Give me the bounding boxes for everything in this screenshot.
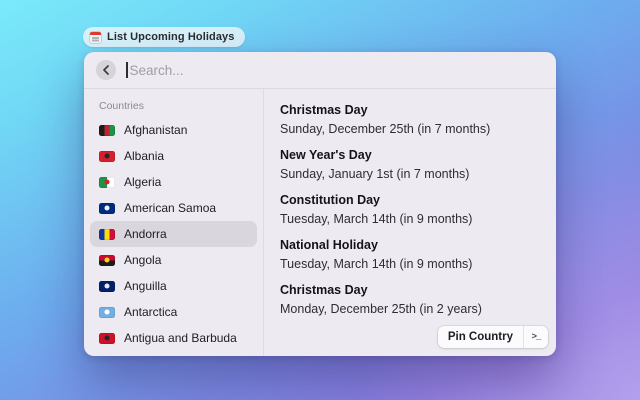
holiday-title: Christmas Day [280,283,368,297]
holiday-date: Tuesday, March 14th (in 9 months) [280,257,473,271]
country-row-angola[interactable]: Angola [90,247,257,273]
country-row-argentina[interactable]: Argentina [90,351,257,356]
holiday-item: New Year's Day Sunday, January 1st (in 7 … [280,146,540,184]
terminal-shortcut-icon: >_ [523,326,548,348]
country-flag-icon [99,306,115,318]
flag-emblem [104,179,110,185]
holiday-date: Tuesday, March 14th (in 9 months) [280,212,473,226]
back-button[interactable] [96,60,116,80]
country-flag-icon [99,150,115,162]
holiday-title: Constitution Day [280,193,380,207]
desktop-background: { "app": { "pill_label": "List Upcoming … [0,0,640,400]
country-row-american-samoa[interactable]: American Samoa [90,195,257,221]
search-bar: Search... [84,52,556,89]
holiday-list: Christmas Day Sunday, December 25th (in 7… [280,101,540,319]
holiday-item: Christmas Day Monday, December 25th (in 2… [280,281,540,319]
country-row-algeria[interactable]: Algeria [90,169,257,195]
country-flag-icon [99,280,115,292]
flag-emblem [104,309,110,315]
country-name-label: Afghanistan [124,123,188,137]
holiday-item: Christmas Day Sunday, December 25th (in 7… [280,101,540,139]
command-pill-label: List Upcoming Holidays [107,31,235,43]
holiday-date: Sunday, January 1st (in 7 months) [280,167,470,181]
country-row-albania[interactable]: Albania [90,143,257,169]
pin-country-label: Pin Country [447,331,513,343]
holiday-item: Constitution Day Tuesday, March 14th (in … [280,191,540,229]
country-name-label: Antigua and Barbuda [124,331,237,345]
countries-section-label: Countries [99,100,144,112]
chevron-left-icon [102,65,110,75]
holiday-title: New Year's Day [280,148,372,162]
country-flag-icon [99,176,115,188]
command-pill: List Upcoming Holidays [83,27,245,47]
country-name-label: Antarctica [124,305,178,319]
pin-country-button[interactable]: Pin Country >_ [437,326,548,348]
country-row-afghanistan[interactable]: Afghanistan [90,117,257,143]
country-row-andorra[interactable]: Andorra [90,221,257,247]
window-body: Countries Afghanistan Albania Algeria Ameri… [84,89,556,356]
country-list: Afghanistan Albania Algeria American Samoa A… [90,117,257,356]
flag-emblem [104,205,110,211]
country-row-antarctica[interactable]: Antarctica [90,299,257,325]
country-row-antigua-and-barbuda[interactable]: Antigua and Barbuda [90,325,257,351]
country-name-label: Algeria [124,175,162,189]
country-flag-icon [99,254,115,266]
text-cursor [126,62,128,78]
holiday-detail-panel: Christmas Day Sunday, December 25th (in 7… [264,89,556,356]
country-name-label: Anguilla [124,279,167,293]
country-flag-icon [99,124,115,136]
flag-emblem [104,257,110,263]
holiday-item: National Holiday Tuesday, March 14th (in … [280,236,540,274]
country-list-panel: Countries Afghanistan Albania Algeria Ameri… [84,89,264,356]
holiday-date: Monday, December 25th (in 2 years) [280,302,482,316]
raycast-window: Search... Countries Afghanistan Albania Al… [84,52,556,356]
country-name-label: Andorra [124,227,167,241]
country-name-label: American Samoa [124,201,217,215]
country-name-label: Angola [124,253,162,267]
country-flag-icon [99,332,115,344]
flag-emblem [104,335,110,341]
holiday-title: National Holiday [280,238,378,252]
calendar-icon [90,31,101,43]
search-placeholder: Search... [129,62,184,78]
holiday-title: Christmas Day [280,103,368,117]
search-input[interactable]: Search... [126,62,544,78]
country-row-anguilla[interactable]: Anguilla [90,273,257,299]
country-flag-icon [99,228,115,240]
holiday-date: Sunday, December 25th (in 7 months) [280,122,491,136]
country-flag-icon [99,202,115,214]
flag-emblem [104,283,110,289]
country-name-label: Albania [124,149,165,163]
flag-emblem [104,153,110,159]
